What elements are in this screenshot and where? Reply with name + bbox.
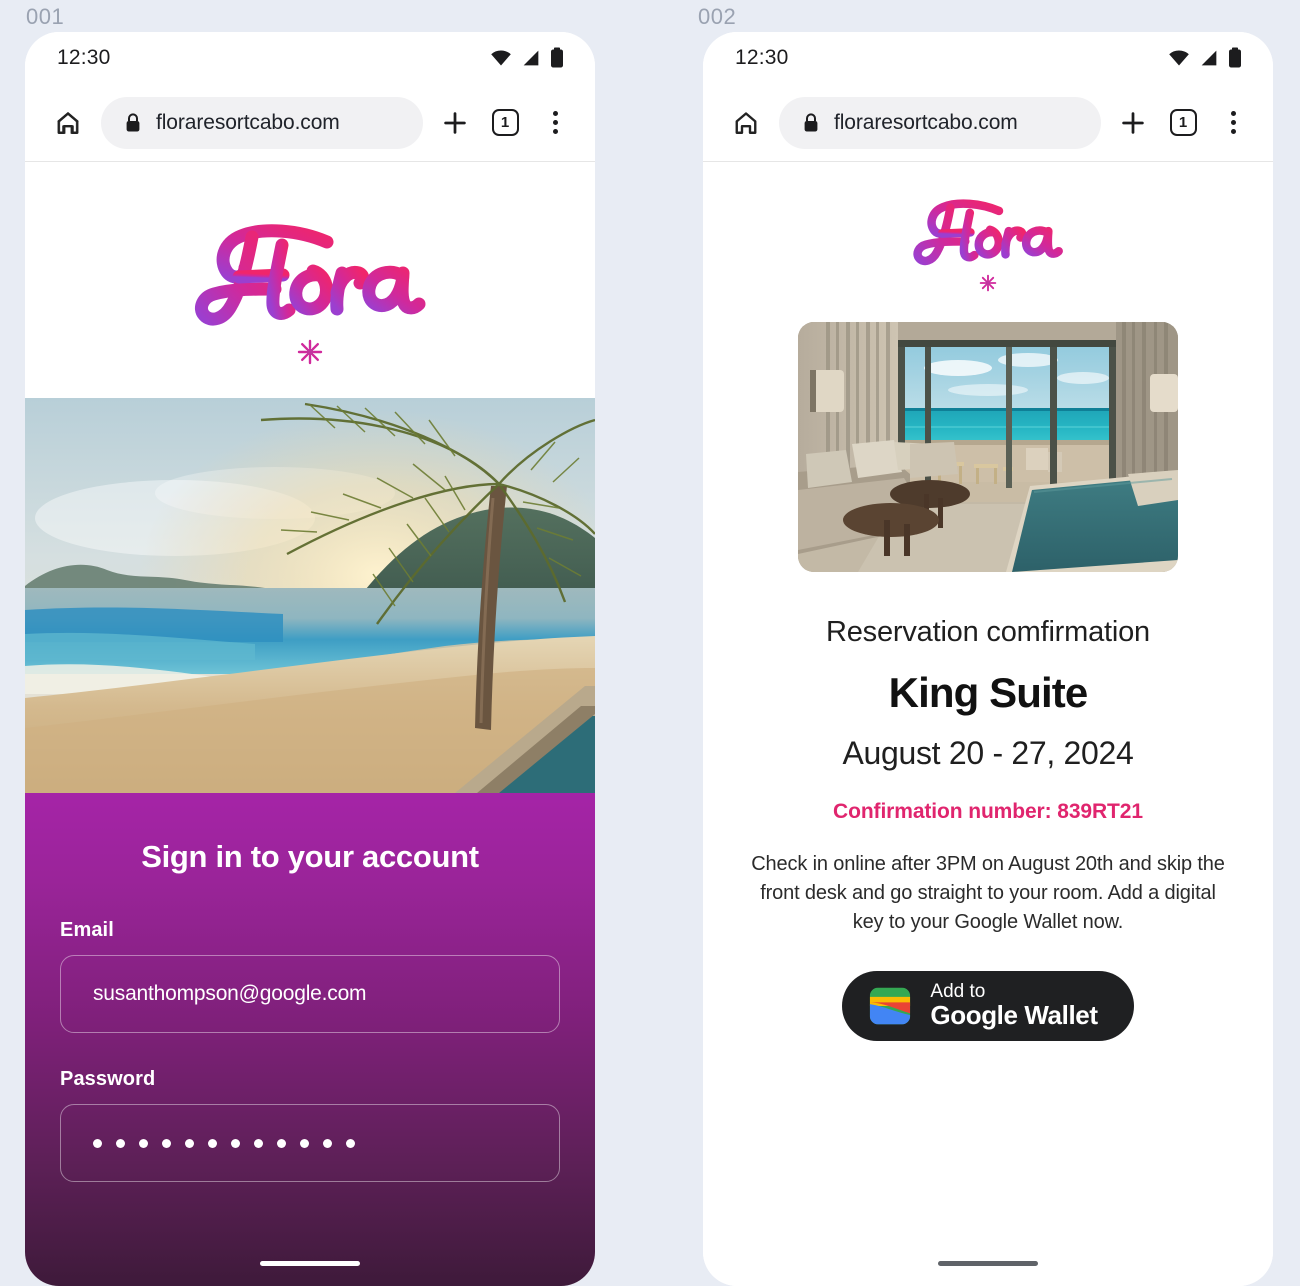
tab-count-label: 1: [1169, 109, 1197, 136]
hero-beach-image: [25, 398, 595, 793]
confirmation-number: Confirmation number: 839RT21: [833, 800, 1143, 823]
home-indicator[interactable]: [938, 1261, 1038, 1266]
wallet-line-2: Google Wallet: [930, 1000, 1098, 1031]
overflow-menu-icon[interactable]: [1215, 105, 1251, 141]
email-label: Email: [60, 919, 114, 941]
frame-label-002: 002: [698, 4, 737, 29]
email-value: susanthompson@google.com: [93, 982, 367, 1005]
hero-beach-illustration: [25, 398, 595, 793]
password-masked-value: [93, 1138, 355, 1148]
lock-icon: [804, 112, 818, 131]
screenshot-canvas: 001 002 12:30 floraresortcabo.com 1 Sign…: [0, 0, 1300, 1286]
page-content-001: Sign in to your account Email susanthomp…: [25, 162, 595, 1286]
flora-logo: [179, 215, 441, 367]
signin-title: Sign in to your account: [141, 839, 479, 874]
battery-icon: [1229, 47, 1241, 68]
signal-icon: [523, 50, 539, 66]
wifi-icon: [1169, 50, 1189, 66]
status-time: 12:30: [735, 46, 789, 69]
url-bar[interactable]: floraresortcabo.com: [779, 96, 1101, 149]
flora-logo: [903, 193, 1073, 293]
add-to-google-wallet-button[interactable]: Add to Google Wallet: [842, 971, 1134, 1041]
home-icon[interactable]: [727, 104, 765, 142]
status-bar: 12:30: [703, 32, 1273, 84]
status-icons: [489, 46, 565, 70]
plus-icon[interactable]: [437, 105, 473, 141]
password-label: Password: [60, 1068, 156, 1090]
wallet-line-1: Add to: [930, 981, 986, 1003]
plus-icon-glyph: [1122, 111, 1144, 134]
home-indicator[interactable]: [260, 1261, 360, 1266]
url-bar[interactable]: floraresortcabo.com: [101, 96, 423, 149]
flora-wordmark: [194, 224, 426, 326]
room-photo: [798, 322, 1178, 572]
url-text: floraresortcabo.com: [156, 110, 340, 134]
page-content-002: Reservation comfirmation King Suite Augu…: [703, 162, 1273, 1286]
phone-mockup-001: 12:30 floraresortcabo.com 1 Sign in to y…: [25, 32, 595, 1286]
phone-mockup-002: 12:30 floraresortcabo.com 1 Reservation …: [703, 32, 1273, 1286]
plus-icon[interactable]: [1115, 105, 1151, 141]
brand-header: [903, 162, 1073, 310]
email-field[interactable]: susanthompson@google.com: [60, 955, 560, 1033]
status-time: 12:30: [57, 46, 111, 69]
home-icon-glyph: [57, 111, 79, 134]
status-bar: 12:30: [25, 32, 595, 84]
frame-label-001: 001: [26, 4, 65, 29]
brand-header: [25, 162, 595, 398]
signin-panel: Sign in to your account Email susanthomp…: [25, 793, 595, 1286]
flora-wordmark: [913, 199, 1063, 266]
tab-counter-button[interactable]: 1: [1165, 105, 1201, 141]
wallet-button-text: Add to Google Wallet: [930, 981, 1098, 1031]
url-text: floraresortcabo.com: [834, 110, 1018, 134]
google-wallet-icon: [870, 987, 911, 1025]
reservation-dates: August 20 - 27, 2024: [842, 735, 1134, 771]
status-icons: [1167, 46, 1243, 70]
reservation-description: Check in online after 3PM on August 20th…: [751, 853, 1225, 933]
home-icon[interactable]: [49, 104, 87, 142]
lock-icon: [126, 112, 140, 131]
overflow-menu-icon[interactable]: [537, 105, 573, 141]
signal-icon: [1201, 50, 1217, 66]
room-photo-illustration: [798, 322, 1178, 572]
asterisk-flower-icon: [979, 274, 997, 292]
reservation-subtitle: Reservation comfirmation: [826, 616, 1150, 648]
wifi-icon: [491, 50, 511, 66]
browser-toolbar: floraresortcabo.com 1: [703, 84, 1273, 162]
plus-icon-glyph: [444, 111, 466, 134]
battery-icon: [551, 47, 563, 68]
password-field[interactable]: [60, 1104, 560, 1182]
home-icon-glyph: [735, 111, 757, 134]
overflow-menu-dots: [552, 111, 558, 134]
overflow-menu-dots: [1230, 111, 1236, 134]
room-name: King Suite: [888, 669, 1089, 716]
asterisk-flower-icon: [297, 339, 323, 365]
tab-count-label: 1: [491, 109, 519, 136]
browser-toolbar: floraresortcabo.com 1: [25, 84, 595, 162]
tab-counter-button[interactable]: 1: [487, 105, 523, 141]
